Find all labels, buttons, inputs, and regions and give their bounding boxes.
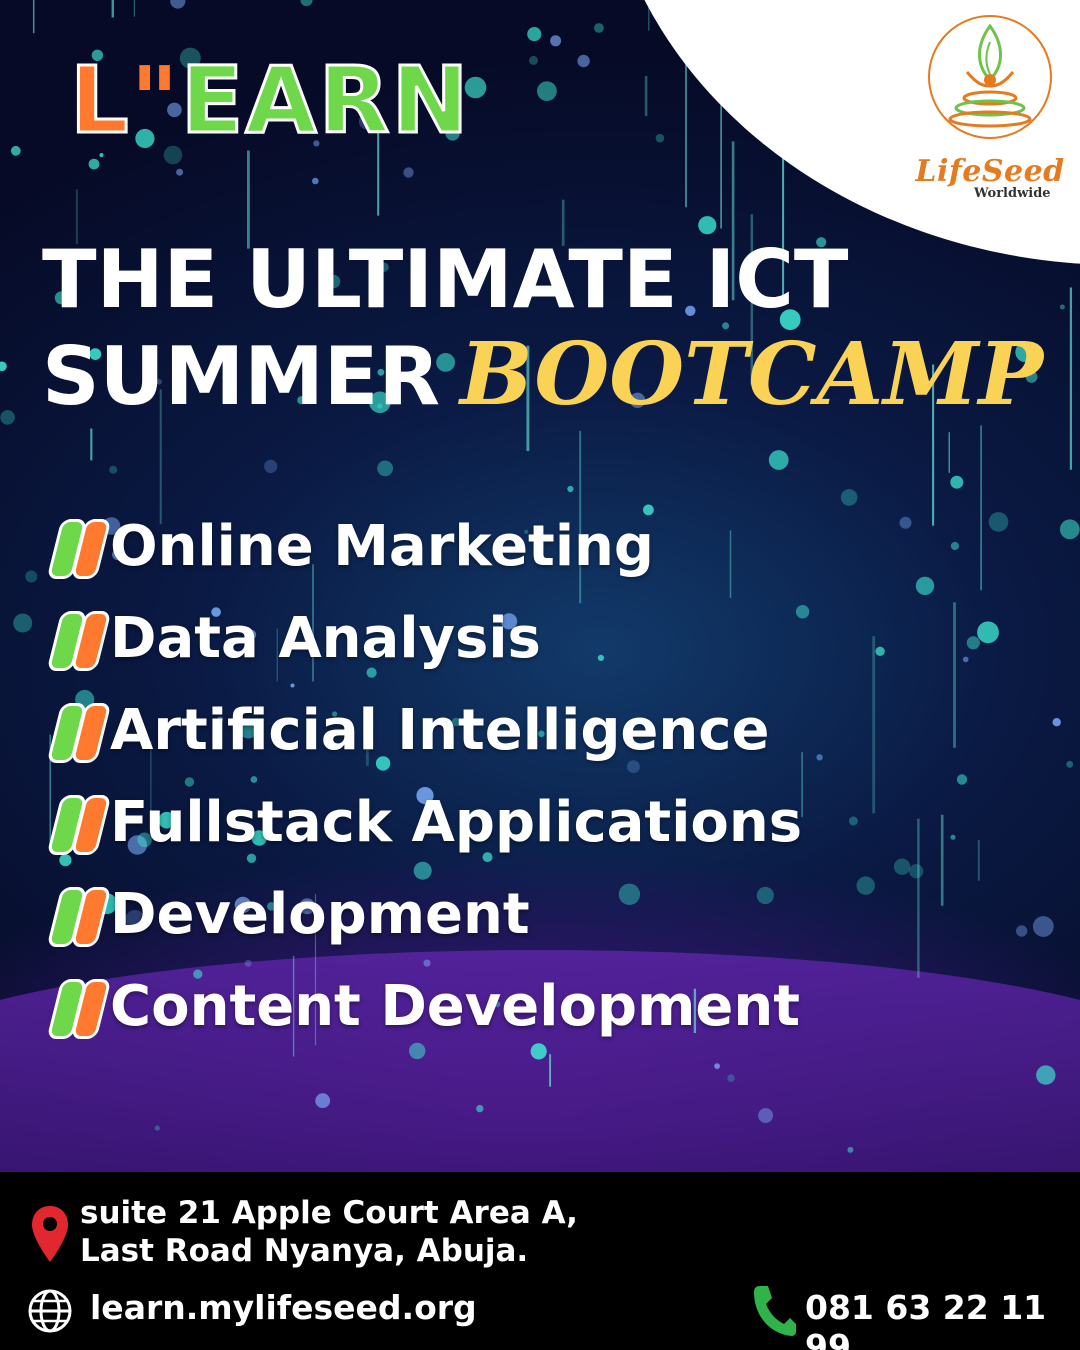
bullet-icon (46, 608, 112, 671)
learn-title: L"EARN (69, 53, 470, 148)
bokeh-dot (893, 858, 911, 875)
logo-tagline: Worldwide (974, 186, 1051, 201)
phone-icon (754, 1286, 796, 1336)
bokeh-dot (768, 450, 789, 470)
bokeh-dot (875, 646, 885, 656)
learn-title-l: L (69, 47, 131, 154)
course-label: Content Development (110, 973, 800, 1039)
bokeh-dot (1016, 925, 1028, 937)
bokeh-dot (758, 1108, 774, 1123)
bokeh-dot (312, 177, 319, 185)
bokeh-dot (899, 516, 912, 529)
location-pin-icon (32, 1206, 68, 1262)
bokeh-dot (315, 1093, 331, 1109)
bokeh-dot (577, 54, 590, 68)
course-item: Online Marketing (46, 500, 802, 592)
bokeh-dot (714, 1063, 720, 1069)
bokeh-dot (25, 570, 38, 583)
bokeh-dot (962, 656, 969, 663)
learn-title-earn: EARN (179, 47, 471, 154)
bullet-icon (46, 976, 112, 1039)
course-label: Data Analysis (110, 605, 541, 671)
phone-number[interactable]: 081 63 22 11 99 (805, 1288, 1080, 1350)
bokeh-dot (176, 168, 184, 176)
bokeh-dot (476, 1104, 484, 1113)
headline-summer: SUMMER (42, 330, 441, 423)
bokeh-dot (1059, 304, 1065, 310)
bokeh-dot (816, 754, 823, 761)
bokeh-dot (847, 1146, 854, 1153)
bokeh-dot (109, 465, 118, 474)
bokeh-dot (966, 636, 980, 650)
course-label: Artificial Intelligence (110, 697, 770, 763)
website-link[interactable]: learn.mylifeseed.org (90, 1288, 477, 1327)
course-item: Fullstack Applications (46, 776, 803, 868)
bokeh-dot (264, 459, 278, 473)
course-list: Online Marketing Data Analysis Artificia… (46, 500, 803, 1052)
bokeh-dot (840, 489, 858, 506)
bokeh-dot (950, 834, 956, 840)
contact-footer: suite 21 Apple Court Area A, Last Road N… (0, 1172, 1080, 1350)
lotus-seed-icon (928, 15, 1052, 139)
bokeh-dot (154, 1125, 160, 1131)
address-line2: Last Road Nyanya, Abuja. (80, 1233, 529, 1269)
headline: THE ULTIMATE ICT SUMMER BOOTCAMP (42, 233, 1043, 418)
bokeh-dot (527, 26, 542, 42)
bullet-icon (46, 792, 112, 855)
bokeh-dot (988, 512, 1009, 532)
bokeh-dot (403, 167, 414, 178)
bullet-icon (46, 884, 112, 947)
bokeh-dot (698, 216, 717, 235)
course-label: Fullstack Applications (110, 789, 803, 855)
bokeh-dot (529, 55, 538, 65)
bokeh-dot (950, 541, 960, 551)
bullet-icon (46, 700, 112, 763)
bokeh-dot (0, 410, 15, 425)
bokeh-dot (537, 81, 557, 101)
bokeh-dot (977, 621, 999, 644)
course-item: Data Analysis (46, 592, 802, 684)
bokeh-dot (1052, 718, 1061, 727)
bokeh-dot (567, 485, 574, 493)
bokeh-dot (170, 0, 186, 9)
course-item: Artificial Intelligence (46, 684, 802, 776)
bullet-icon (46, 516, 112, 579)
headline-line1: THE ULTIMATE ICT (42, 233, 849, 326)
course-label: Online Marketing (110, 513, 654, 579)
course-item: Content Development (46, 960, 802, 1052)
bokeh-dot (727, 1074, 735, 1082)
bokeh-dot (594, 23, 604, 33)
learn-title-quote: " (130, 47, 181, 154)
globe-icon (28, 1289, 72, 1333)
bokeh-dot (1036, 1065, 1056, 1085)
headline-bootcamp: BOOTCAMP (460, 324, 1044, 425)
bokeh-dot (856, 876, 875, 895)
poster: LifeSeed Worldwide L"EARN THE ULTIMATE I… (0, 0, 1080, 1350)
bokeh-dot (88, 158, 100, 170)
bokeh-dot (300, 0, 313, 7)
lifeseed-logo: LifeSeed Worldwide (910, 14, 1070, 204)
address: suite 21 Apple Court Area A, Last Road N… (80, 1194, 578, 1270)
bokeh-dot (0, 361, 7, 372)
bokeh-dot (550, 35, 562, 47)
bokeh-dot (655, 133, 665, 143)
headline-line2: SUMMER BOOTCAMP (42, 332, 1043, 418)
bokeh-dot (915, 576, 935, 596)
bokeh-dot (909, 864, 924, 879)
bokeh-dot (1059, 519, 1080, 540)
address-line1: suite 21 Apple Court Area A, (80, 1195, 578, 1231)
bokeh-dot (13, 613, 33, 633)
bokeh-dot (950, 475, 964, 489)
bokeh-dot (10, 145, 21, 156)
bokeh-dot (848, 816, 858, 826)
bokeh-dot (1066, 760, 1074, 768)
logo-name: LifeSeed (915, 154, 1065, 189)
bokeh-dot (956, 774, 968, 785)
bokeh-dot (1032, 916, 1054, 937)
course-item: Development (46, 868, 802, 960)
course-label: Development (110, 881, 530, 947)
bokeh-dot (377, 460, 393, 477)
